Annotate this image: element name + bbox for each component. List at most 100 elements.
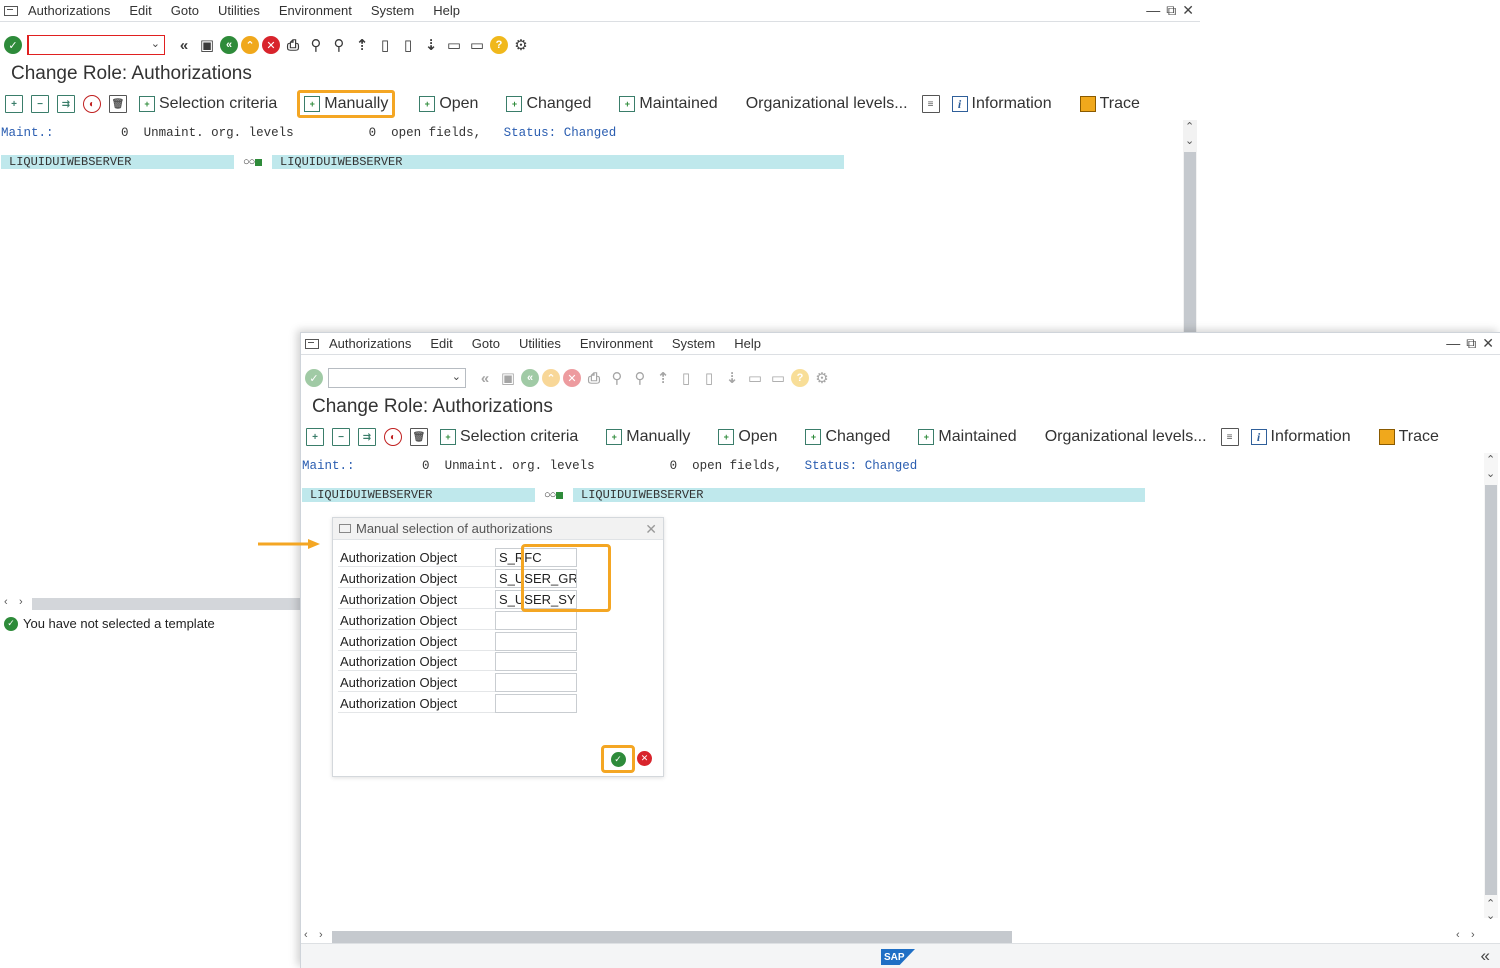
tree-link-icon[interactable]: ○○: [544, 489, 564, 501]
expand-icon[interactable]: +: [306, 428, 324, 446]
close-icon[interactable]: ✕: [1182, 2, 1194, 19]
expand-icon[interactable]: +: [5, 95, 23, 113]
tree-node-left[interactable]: LIQUIDUIWEBSERVER: [302, 488, 535, 502]
collapse-icon[interactable]: −: [332, 428, 350, 446]
org-levels-button[interactable]: Organizational levels...: [742, 93, 912, 115]
shortcut-icon[interactable]: ▭: [467, 35, 487, 55]
manually-button[interactable]: + Manually: [297, 90, 396, 118]
tree-link-icon[interactable]: ○○: [243, 156, 263, 168]
menu-system[interactable]: System: [371, 3, 414, 18]
minimize-icon[interactable]: —: [1146, 2, 1160, 19]
back-icon[interactable]: «: [521, 369, 539, 387]
back-icon[interactable]: «: [220, 36, 238, 54]
horizontal-scrollbar[interactable]: [32, 598, 300, 610]
command-field[interactable]: ⌄: [328, 368, 466, 388]
document-icon[interactable]: ≡: [921, 95, 940, 113]
menu-authorizations[interactable]: Authorizations: [329, 336, 411, 351]
save-icon[interactable]: ▣: [197, 35, 217, 55]
app-menu-icon[interactable]: [305, 338, 319, 349]
changed-button[interactable]: + Changed: [801, 426, 894, 448]
information-button[interactable]: i Information: [948, 93, 1056, 115]
tree-node-right[interactable]: LIQUIDUIWEBSERVER: [573, 488, 1145, 502]
trace-button[interactable]: Trace: [1076, 93, 1144, 115]
menu-system[interactable]: System: [672, 336, 715, 351]
dialog-menu-icon[interactable]: [339, 524, 351, 533]
last-page-icon[interactable]: ⇣: [722, 368, 742, 388]
trash-icon[interactable]: 🗑: [410, 428, 428, 446]
exit-icon[interactable]: ⌃: [241, 36, 259, 54]
scroll-down-icon[interactable]: ⌄: [1486, 467, 1495, 480]
scroll-down-icon[interactable]: ⌄: [1486, 909, 1495, 922]
chevron-down-icon[interactable]: ⌄: [151, 37, 160, 50]
vertical-scrollbar[interactable]: ⌃ ⌄ ⌃ ⌄: [1484, 453, 1498, 922]
maintained-button[interactable]: + Maintained: [914, 426, 1020, 448]
double-chevron-left-icon[interactable]: «: [1481, 946, 1490, 966]
close-icon[interactable]: ✕: [1482, 335, 1494, 352]
chevron-down-icon[interactable]: ⌄: [452, 370, 461, 383]
authorization-object-input[interactable]: [495, 611, 577, 630]
authorization-object-input[interactable]: [495, 632, 577, 651]
exit-icon[interactable]: ⌃: [542, 369, 560, 387]
gear-icon[interactable]: ⚙: [511, 35, 531, 55]
scroll-thumb[interactable]: [1184, 152, 1196, 335]
scroll-up-icon[interactable]: ⌃: [1486, 453, 1495, 466]
help-icon[interactable]: ?: [490, 36, 508, 54]
help-icon[interactable]: ?: [791, 369, 809, 387]
check-profile-icon[interactable]: ◐: [384, 428, 402, 446]
menu-authorizations[interactable]: Authorizations: [28, 3, 110, 18]
double-chevron-left-icon[interactable]: «: [174, 35, 194, 55]
trace-button[interactable]: Trace: [1375, 426, 1443, 448]
previous-page-icon[interactable]: ▯: [676, 368, 696, 388]
menu-utilities[interactable]: Utilities: [519, 336, 561, 351]
generate-icon[interactable]: ⇉: [358, 428, 376, 446]
org-levels-button[interactable]: Organizational levels...: [1041, 426, 1211, 448]
restore-icon[interactable]: ⧉: [1466, 335, 1476, 352]
cancel-icon[interactable]: ✕: [637, 751, 652, 766]
scroll-down-icon[interactable]: ⌄: [1185, 134, 1194, 147]
menu-utilities[interactable]: Utilities: [218, 3, 260, 18]
selection-criteria-button[interactable]: + Selection criteria: [436, 426, 582, 448]
scroll-left-icon[interactable]: ‹: [4, 596, 8, 608]
menu-help[interactable]: Help: [734, 336, 761, 351]
find-next-icon[interactable]: ⚲: [329, 35, 349, 55]
horizontal-scrollbar[interactable]: [332, 931, 1012, 943]
generate-icon[interactable]: ⇉: [57, 95, 75, 113]
scroll-right-icon[interactable]: ›: [319, 929, 323, 941]
minimize-icon[interactable]: —: [1446, 335, 1460, 352]
first-page-icon[interactable]: ⇡: [352, 35, 372, 55]
menu-environment[interactable]: Environment: [580, 336, 653, 351]
command-field[interactable]: ⌄: [27, 35, 165, 55]
print-icon[interactable]: ⎙: [584, 368, 604, 388]
maintained-button[interactable]: + Maintained: [615, 93, 721, 115]
scroll-up-icon[interactable]: ⌃: [1185, 120, 1194, 133]
previous-page-icon[interactable]: ▯: [375, 35, 395, 55]
document-icon[interactable]: ≡: [1220, 428, 1239, 446]
next-page-icon[interactable]: ▯: [699, 368, 719, 388]
first-page-icon[interactable]: ⇡: [653, 368, 673, 388]
cancel-icon[interactable]: ✕: [563, 369, 581, 387]
restore-icon[interactable]: ⧉: [1166, 2, 1176, 19]
menu-edit[interactable]: Edit: [430, 336, 452, 351]
scroll-thumb[interactable]: [1485, 485, 1497, 895]
vertical-scrollbar[interactable]: ⌃ ⌄: [1183, 120, 1197, 335]
collapse-icon[interactable]: −: [31, 95, 49, 113]
tree-node-left[interactable]: LIQUIDUIWEBSERVER: [1, 155, 234, 169]
double-chevron-left-icon[interactable]: «: [475, 368, 495, 388]
changed-button[interactable]: + Changed: [502, 93, 595, 115]
save-icon[interactable]: ▣: [498, 368, 518, 388]
next-page-icon[interactable]: ▯: [398, 35, 418, 55]
last-page-icon[interactable]: ⇣: [421, 35, 441, 55]
authorization-object-input[interactable]: [495, 673, 577, 692]
menu-help[interactable]: Help: [433, 3, 460, 18]
authorization-object-input[interactable]: [495, 652, 577, 671]
enter-check-icon[interactable]: ✓: [305, 369, 323, 387]
find-icon[interactable]: ⚲: [607, 368, 627, 388]
find-next-icon[interactable]: ⚲: [630, 368, 650, 388]
authorization-object-input[interactable]: [495, 694, 577, 713]
gear-icon[interactable]: ⚙: [812, 368, 832, 388]
app-menu-icon[interactable]: [4, 5, 18, 16]
open-button[interactable]: + Open: [415, 93, 482, 115]
new-session-icon[interactable]: ▭: [745, 368, 765, 388]
scroll-left-icon[interactable]: ‹: [1456, 929, 1460, 941]
menu-goto[interactable]: Goto: [472, 336, 500, 351]
